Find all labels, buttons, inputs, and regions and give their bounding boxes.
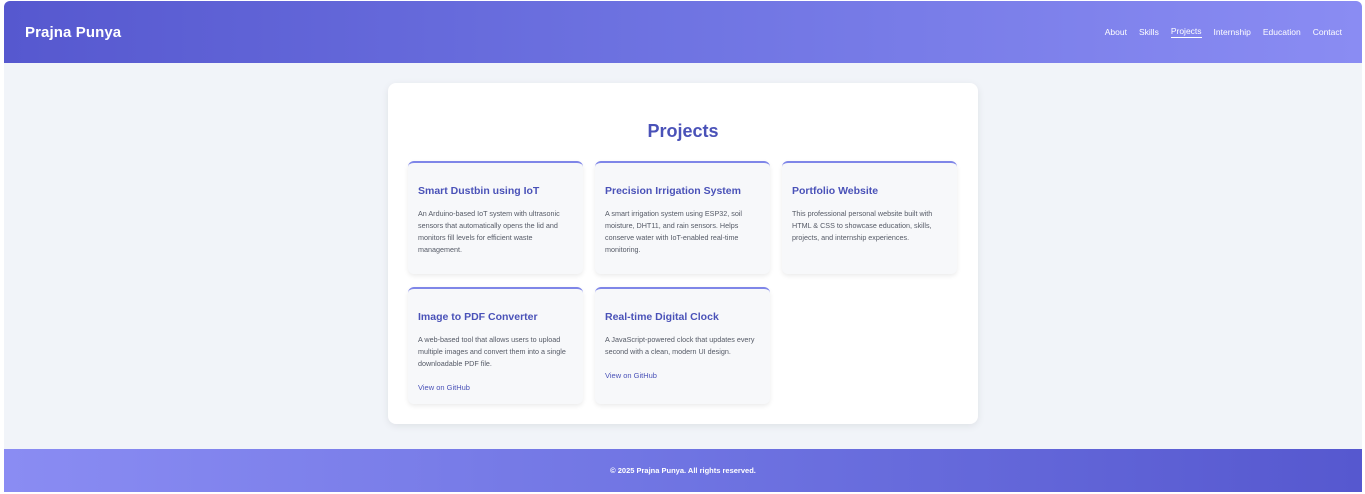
project-title: Portfolio Website — [792, 185, 879, 197]
site-header: Prajna Punya About Skills Projects Inter… — [4, 1, 1362, 63]
project-title: Smart Dustbin using IoT — [418, 185, 540, 197]
github-link[interactable]: View on GitHub — [605, 371, 760, 380]
project-card-precision-irrigation: Precision Irrigation System A smart irri… — [595, 161, 770, 274]
projects-section: Projects Smart Dustbin using IoT An Ardu… — [388, 83, 978, 424]
github-link[interactable]: View on GitHub — [418, 383, 573, 392]
project-title: Precision Irrigation System — [605, 185, 741, 197]
project-card-image-to-pdf: Image to PDF Converter A web-based tool … — [408, 287, 583, 404]
section-title: Projects — [647, 121, 719, 141]
project-title: Image to PDF Converter — [418, 311, 538, 323]
nav-link-about[interactable]: About — [1105, 27, 1127, 38]
project-title: Real-time Digital Clock — [605, 311, 719, 323]
project-description: This professional personal website built… — [792, 209, 933, 242]
site-footer: © 2025 Prajna Punya. All rights reserved… — [4, 449, 1362, 492]
main-nav: About Skills Projects Internship Educati… — [1105, 26, 1342, 38]
nav-link-projects[interactable]: Projects — [1170, 26, 1202, 38]
project-description: A web-based tool that allows users to up… — [418, 335, 566, 368]
nav-link-skills[interactable]: Skills — [1139, 27, 1159, 38]
site-brand[interactable]: Prajna Punya — [25, 24, 121, 41]
nav-link-contact[interactable]: Contact — [1313, 27, 1342, 38]
project-description: An Arduino-based IoT system with ultraso… — [418, 209, 560, 254]
project-description: A smart irrigation system using ESP32, s… — [605, 209, 743, 254]
project-description: A JavaScript-powered clock that updates … — [605, 335, 755, 356]
project-card-digital-clock: Real-time Digital Clock A JavaScript-pow… — [595, 287, 770, 404]
footer-copyright: © 2025 Prajna Punya. All rights reserved… — [610, 466, 756, 475]
project-card-smart-dustbin: Smart Dustbin using IoT An Arduino-based… — [408, 161, 583, 274]
page: Prajna Punya About Skills Projects Inter… — [4, 1, 1362, 492]
nav-link-education[interactable]: Education — [1263, 27, 1301, 38]
nav-link-internship[interactable]: Internship — [1214, 27, 1251, 38]
project-card-portfolio-website: Portfolio Website This professional pers… — [782, 161, 957, 274]
